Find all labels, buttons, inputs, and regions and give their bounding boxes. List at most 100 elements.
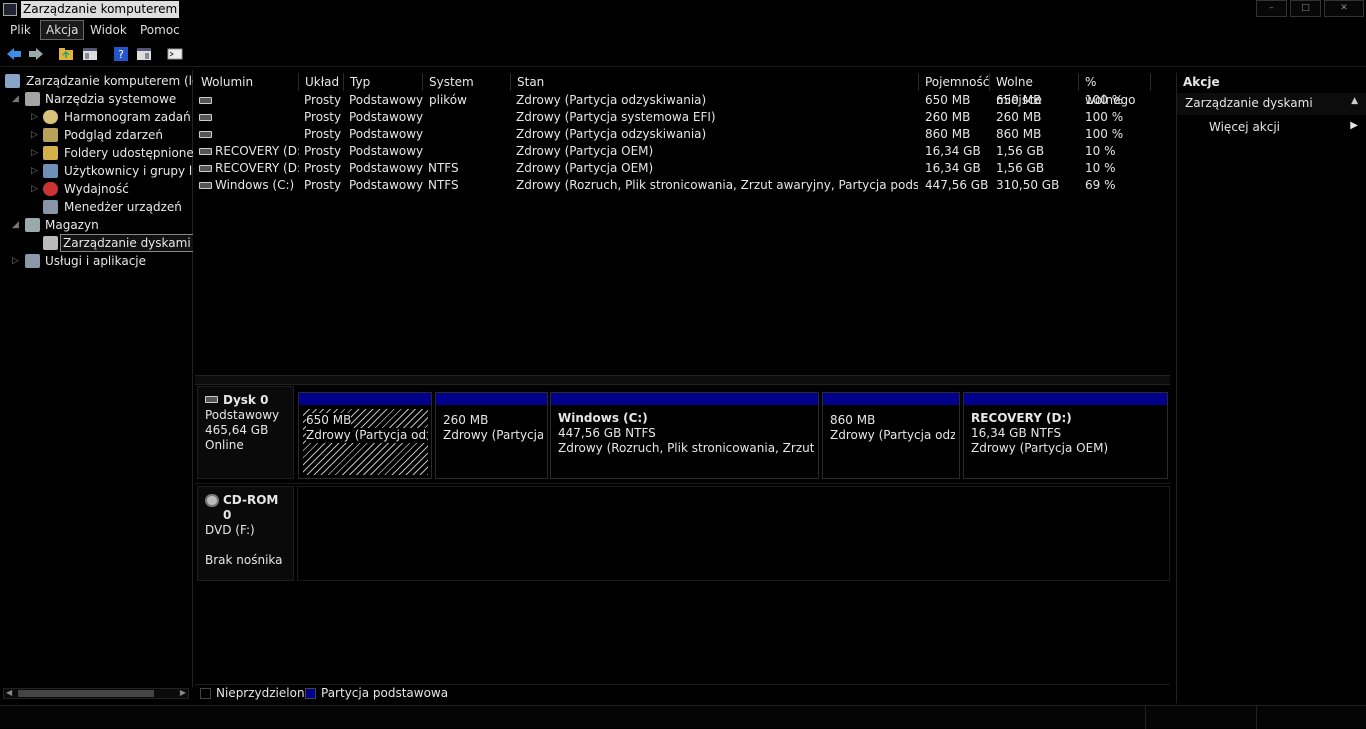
show-hide-tree-icon[interactable] [81, 45, 99, 63]
volume-cell-pct: 69 % [1085, 178, 1116, 192]
collapse-icon[interactable]: ◢ [12, 216, 19, 234]
partition-bar [436, 393, 547, 405]
volume-cell-type: Podstawowy [349, 144, 424, 158]
partition-efi-260[interactable]: 260 MB Zdrowy (Partycja systemowa EFI) [435, 392, 548, 479]
partition-size: 16,34 GB NTFS [971, 426, 1062, 440]
collapse-up-icon[interactable]: ▲ [1351, 96, 1358, 106]
column-header-filesystem[interactable]: System plików [423, 73, 511, 107]
storage-icon [25, 218, 40, 232]
volume-row[interactable]: Prosty Podstawowy Zdrowy (Partycja odzyski… [195, 92, 1170, 109]
column-header-status[interactable]: Stan [511, 73, 919, 91]
actions-section-label: Zarządzanie dyskami [1185, 96, 1313, 110]
disk-divider [195, 483, 1170, 484]
scroll-left-icon[interactable]: ◀ [6, 688, 12, 697]
device-manager-icon [43, 200, 58, 214]
column-header-type[interactable]: Typ [344, 73, 423, 91]
column-header-layout[interactable]: Układ [299, 73, 344, 91]
volume-cell-layout: Prosty [304, 178, 342, 192]
console-icon[interactable] [166, 45, 184, 63]
menu-pomoc[interactable]: Pomoc [135, 20, 185, 40]
expand-icon[interactable]: ▷ [31, 144, 38, 162]
tree-item-root[interactable]: Zarządzanie komputerem (lokalny) [0, 72, 193, 90]
close-button[interactable]: ✕ [1324, 0, 1364, 17]
back-arrow-icon[interactable] [5, 45, 23, 63]
volume-cell-free: 1,56 GB [996, 144, 1045, 158]
column-header-free-space[interactable]: Wolne miejsce [990, 73, 1079, 107]
volume-row[interactable]: Windows (C:) Prosty Podstawowy NTFS Zdrowy (… [195, 177, 1170, 194]
volume-cell-type: Podstawowy [349, 127, 424, 141]
partition-body: RECOVERY (D:) 16,34 GB NTFS Zdrowy (Part… [969, 411, 1163, 474]
expand-icon[interactable]: ▷ [12, 252, 19, 270]
status-divider [1145, 706, 1146, 729]
partition-title: RECOVERY (D:) [971, 411, 1072, 425]
scroll-right-icon[interactable]: ▶ [180, 688, 186, 697]
disk-icon [205, 396, 218, 403]
tree-item-services[interactable]: ▷ Usługi i aplikacje [0, 252, 193, 270]
disk-0-header[interactable]: Dysk 0 Podstawowy 465,64 GB Online [197, 386, 294, 479]
actions-section-disk-management[interactable]: Zarządzanie dyskami ▲ [1177, 93, 1366, 115]
tree-horizontal-scrollbar[interactable]: ◀ ▶ [3, 688, 189, 699]
tree-item-local-users[interactable]: ▷ Użytkownicy i grupy lokalne [0, 162, 193, 180]
tree-label-device-manager: Menedżer urządzeń [64, 200, 182, 214]
volume-row[interactable]: RECOVERY (D:) Prosty Podstawowy NTFS Zdrowy … [195, 160, 1170, 177]
menu-akcja[interactable]: Akcja [40, 20, 85, 40]
event-viewer-icon [43, 128, 58, 142]
pane-splitter[interactable] [195, 375, 1170, 385]
partition-body: 650 MB Zdrowy (Partycja odzyskiwania) [304, 413, 427, 474]
menu-plik[interactable]: Plik [5, 20, 36, 40]
expand-icon[interactable]: ▷ [31, 126, 38, 144]
navigation-tree: Zarządzanie komputerem (lokalny) ◢ Narzę… [0, 70, 193, 687]
disk-icon [43, 236, 58, 250]
more-actions-label: Więcej akcji [1209, 120, 1281, 134]
partition-recovery-860[interactable]: 860 MB Zdrowy (Partycja odzyskiwania) [822, 392, 960, 479]
partition-windows-c[interactable]: Windows (C:) 447,56 GB NTFS Zdrowy (Rozr… [550, 392, 819, 479]
volume-row[interactable]: Prosty Podstawowy Zdrowy (Partycja systemo… [195, 109, 1170, 126]
partition-recovery-d[interactable]: RECOVERY (D:) 16,34 GB NTFS Zdrowy (Part… [963, 392, 1168, 479]
menu-bar: Plik Akcja Widok Pomoc [0, 19, 1366, 41]
column-header-capacity[interactable]: Pojemność [919, 73, 990, 91]
volume-cell-type: Podstawowy [349, 178, 424, 192]
tree-item-shared-folders[interactable]: ▷ Foldery udostępnione [0, 144, 193, 162]
volume-cell-type: Podstawowy [349, 161, 424, 175]
title-bar: Zarządzanie komputerem – □ ✕ [0, 0, 1366, 19]
tree-item-system-tools[interactable]: ◢ Narzędzia systemowe [0, 90, 193, 108]
column-header-percent-free[interactable]: % wolnego [1079, 73, 1151, 107]
up-folder-icon[interactable] [57, 45, 75, 63]
scrollbar-thumb[interactable] [18, 690, 154, 697]
volume-list: Wolumin Układ Typ System plików Stan Poj… [195, 73, 1170, 375]
expand-icon[interactable]: ▷ [31, 162, 38, 180]
menu-widok[interactable]: Widok [85, 20, 132, 40]
volume-cell-name: Windows (C:) [215, 178, 295, 192]
tree-label-local-users: Użytkownicy i grupy lokalne [64, 164, 193, 178]
cdrom-0-header[interactable]: CD-ROM 0 DVD (F:) Brak nośnika [197, 486, 294, 581]
toolbar: ? [0, 41, 1366, 67]
services-icon [25, 254, 40, 268]
actions-more-actions[interactable]: Więcej akcji ▶ [1177, 118, 1366, 138]
properties-icon[interactable] [135, 45, 153, 63]
minimize-button[interactable]: – [1256, 0, 1287, 17]
partition-size: 260 MB [443, 413, 489, 427]
expand-icon[interactable]: ▷ [31, 180, 38, 198]
tree-label-event-viewer: Podgląd zdarzeń [64, 128, 163, 142]
volume-cell-free: 1,56 GB [996, 161, 1045, 175]
volume-row[interactable]: Prosty Podstawowy Zdrowy (Partycja odzyski… [195, 126, 1170, 143]
volume-row[interactable]: RECOVERY (D:) Prosty Podstawowy Zdrowy (Par… [195, 143, 1170, 160]
tree-item-event-viewer[interactable]: ▷ Podgląd zdarzeń [0, 126, 193, 144]
drive-icon [199, 131, 212, 138]
help-icon[interactable]: ? [112, 45, 130, 63]
tree-item-performance[interactable]: ▷ Wydajność [0, 180, 193, 198]
tree-item-disk-management[interactable]: Zarządzanie dyskami [0, 234, 193, 252]
cdrom-0-drive: DVD (F:) [205, 523, 255, 537]
forward-arrow-icon[interactable] [27, 45, 45, 63]
collapse-icon[interactable]: ◢ [12, 90, 19, 108]
partition-recovery-650[interactable]: 650 MB Zdrowy (Partycja odzyskiwania) [298, 392, 432, 479]
column-header-volume[interactable]: Wolumin [195, 73, 299, 91]
maximize-button[interactable]: □ [1290, 0, 1321, 17]
tree-item-task-scheduler[interactable]: ▷ Harmonogram zadań [0, 108, 193, 126]
volume-cell-fs: NTFS [428, 161, 459, 175]
expand-icon[interactable]: ▷ [31, 108, 38, 126]
tree-item-device-manager[interactable]: Menedżer urządzeń [0, 198, 193, 216]
partition-size: 650 MB [306, 413, 352, 428]
tree-item-storage[interactable]: ◢ Magazyn [0, 216, 193, 234]
volume-cell-pct: 10 % [1085, 144, 1116, 158]
